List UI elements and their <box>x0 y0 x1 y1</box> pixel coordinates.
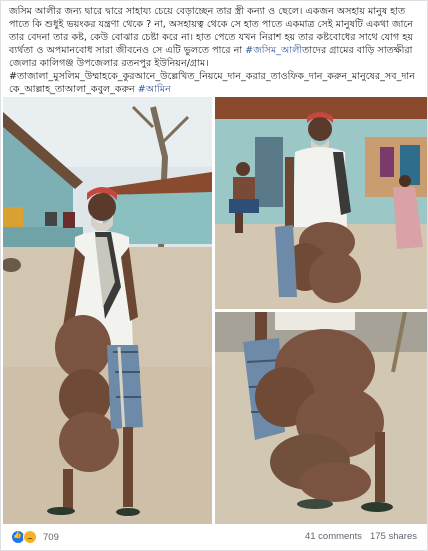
hashtag-long[interactable]: #তাজালা_মুসলিম_উম্মাহকে_কুরআনে_উল্লেখিত_… <box>9 71 415 95</box>
photo-bottom-right[interactable] <box>215 312 427 524</box>
reactions-summary[interactable]: 709 <box>11 530 59 544</box>
comments-count-link[interactable]: 41 comments <box>305 531 362 542</box>
hashtag-amin[interactable]: #আমিন <box>138 84 171 95</box>
post-card: জসিম আলীর জন্য দ্বারে দ্বারে সাহায্য চেয… <box>0 0 428 551</box>
hashtag-jasim-ali[interactable]: #জসিম_আলী <box>245 45 302 56</box>
post-stats: 41 comments 175 shares <box>305 531 417 542</box>
photo-left[interactable] <box>3 97 212 524</box>
post-text: জসিম আলীর জন্য দ্বারে দ্বারে সাহায্য চেয… <box>9 5 421 96</box>
photo-top-right[interactable] <box>215 97 427 309</box>
post-footer: 709 41 comments 175 shares <box>1 526 428 550</box>
reaction-count: 709 <box>43 531 59 543</box>
sad-reaction-icon <box>23 530 37 544</box>
shares-count-link[interactable]: 175 shares <box>370 531 417 542</box>
photo-grid <box>1 97 428 524</box>
